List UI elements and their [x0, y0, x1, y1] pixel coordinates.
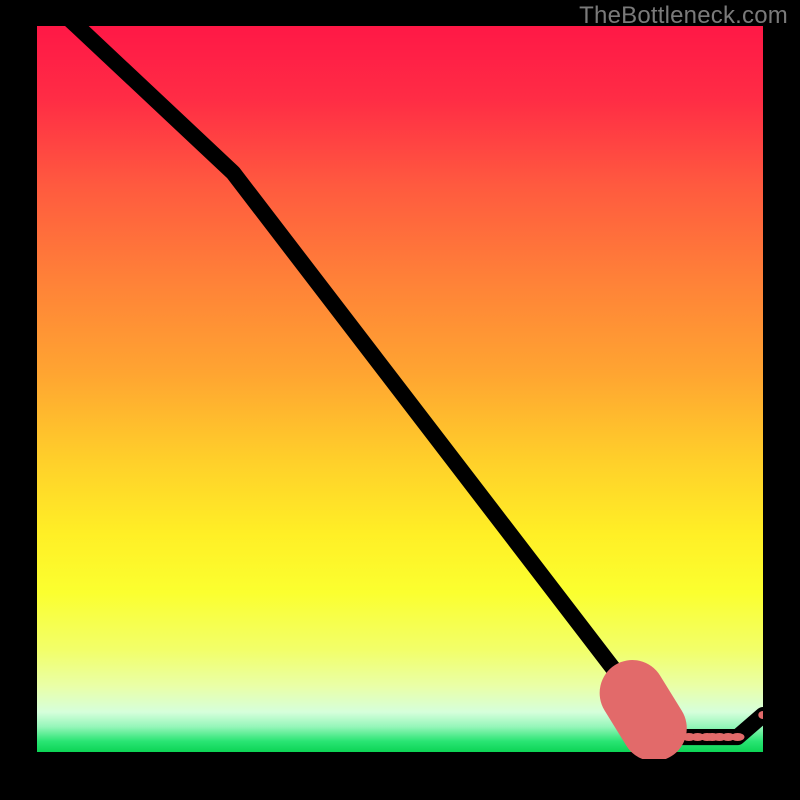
dash-point: [660, 729, 674, 737]
bottleneck-curve: [37, 26, 763, 737]
plot-area: [37, 26, 763, 759]
dash-point: [647, 724, 661, 732]
chart-svg: [37, 26, 763, 759]
watermark-text: TheBottleneck.com: [579, 2, 788, 30]
dash-point: [731, 733, 745, 741]
highlight-slope: [632, 693, 654, 728]
chart-root: TheBottleneck.com: [0, 0, 800, 800]
